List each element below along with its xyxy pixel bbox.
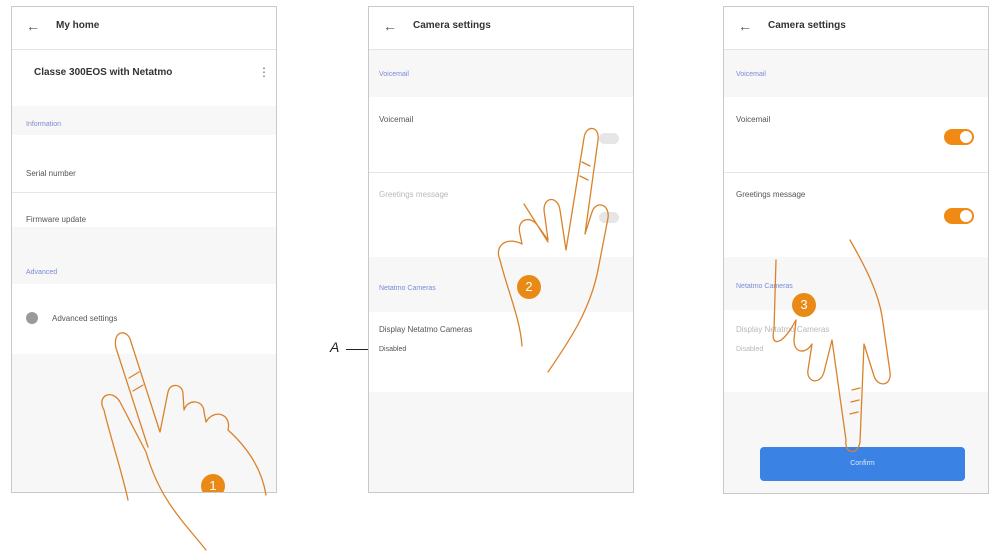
pointing-hand-3: [772, 239, 891, 453]
pointing-hand-1: [101, 332, 267, 551]
pointing-hand-2: [497, 127, 609, 373]
hand-illustrations: [101, 127, 891, 551]
